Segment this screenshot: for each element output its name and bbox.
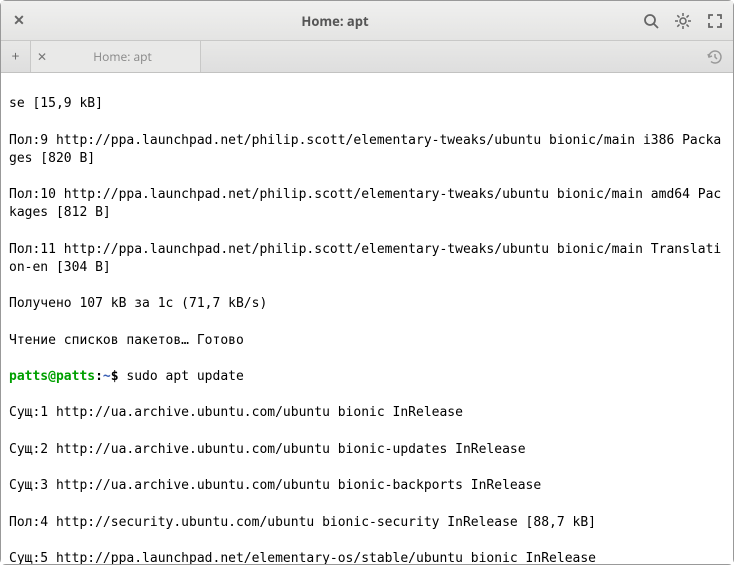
terminal-line: Пол:10 http://ppa.launchpad.net/philip.s… [9,186,725,222]
command-text: sudo apt update [126,369,243,384]
terminal-line: Пол:11 http://ppa.launchpad.net/philip.s… [9,241,725,277]
prompt-line: patts@patts:~$ sudo apt update [9,368,725,386]
tab-home-apt[interactable]: ✕ Home: apt [31,41,201,72]
window-title: Home: apt [29,12,641,30]
terminal-line: Сущ:1 http://ua.archive.ubuntu.com/ubunt… [9,404,725,422]
close-icon[interactable]: ✕ [9,11,29,31]
tab-label: Home: apt [55,48,190,65]
terminal-line: Сущ:5 http://ppa.launchpad.net/elementar… [9,550,725,564]
titlebar: ✕ Home: apt [1,1,733,41]
terminal-line: Сущ:2 http://ua.archive.ubuntu.com/ubunt… [9,441,725,459]
prompt-dollar: $ [111,369,127,384]
maximize-icon[interactable] [705,11,725,31]
close-tab-icon[interactable]: ✕ [37,48,47,65]
gear-icon[interactable] [673,11,693,31]
terminal-line: Чтение списков пакетов… Готово [9,332,725,350]
prompt-path: ~ [103,369,111,384]
prompt-sep: : [95,369,103,384]
tabbar-spacer [201,41,697,72]
terminal-line: Пол:4 http://security.ubuntu.com/ubuntu … [9,514,725,532]
terminal-output[interactable]: se [15,9 kB] Пол:9 http://ppa.launchpad.… [1,73,733,564]
search-icon[interactable] [641,11,661,31]
terminal-line: Получено 107 kB за 1с (71,7 kB/s) [9,295,725,313]
titlebar-actions [641,11,725,31]
prompt-user: patts@patts [9,369,95,384]
terminal-line: se [15,9 kB] [9,95,725,113]
terminal-line: Сущ:3 http://ua.archive.ubuntu.com/ubunt… [9,477,725,495]
new-tab-button[interactable]: + [1,41,31,72]
tabbar: + ✕ Home: apt [1,41,733,73]
history-icon[interactable] [697,41,733,72]
terminal-line: Пол:9 http://ppa.launchpad.net/philip.sc… [9,132,725,168]
